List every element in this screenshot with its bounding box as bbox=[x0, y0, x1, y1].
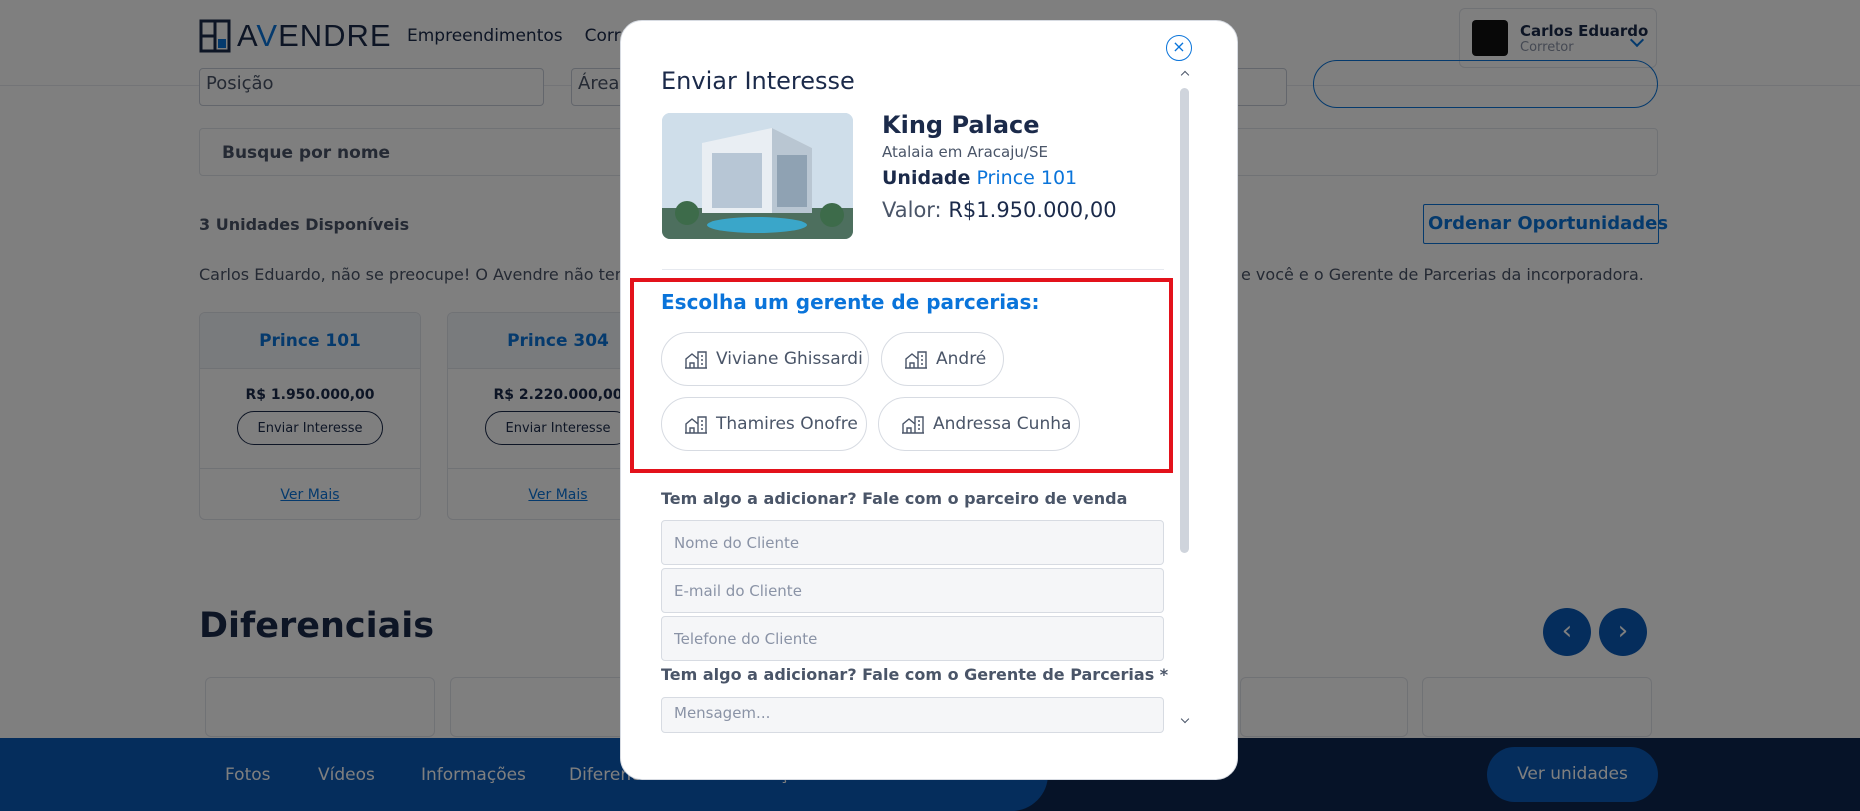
manager-message-label: Tem algo a adicionar? Fale com o Gerente… bbox=[661, 665, 1169, 684]
property-price: Valor: R$1.950.000,00 bbox=[882, 198, 1117, 222]
manager-section-title: Escolha um gerente de parcerias: bbox=[661, 290, 1040, 314]
building-icon bbox=[902, 416, 924, 434]
client-name-field[interactable] bbox=[661, 520, 1164, 565]
building-illustration bbox=[662, 113, 853, 239]
building-icon bbox=[685, 416, 707, 434]
scrollbar[interactable] bbox=[1180, 88, 1189, 553]
building-icon bbox=[685, 351, 707, 369]
manager-option-viviane[interactable]: Viviane Ghissardi bbox=[661, 332, 869, 386]
property-location: Atalaia em Aracaju/SE bbox=[882, 143, 1048, 161]
manager-option-andressa[interactable]: Andressa Cunha bbox=[878, 397, 1080, 451]
message-field[interactable] bbox=[661, 697, 1164, 733]
property-image bbox=[662, 113, 853, 239]
building-icon bbox=[905, 351, 927, 369]
divider bbox=[662, 269, 1164, 270]
client-phone-field[interactable] bbox=[661, 616, 1164, 661]
close-icon[interactable]: × bbox=[1166, 35, 1192, 61]
modal-title: Enviar Interesse bbox=[661, 67, 855, 95]
client-email-field[interactable] bbox=[661, 568, 1164, 613]
property-name: King Palace bbox=[882, 111, 1040, 139]
manager-option-thamires[interactable]: Thamires Onofre bbox=[661, 397, 867, 451]
property-unit: Unidade Prince 101 bbox=[882, 167, 1078, 189]
partner-label: Tem algo a adicionar? Fale com o parceir… bbox=[661, 489, 1128, 508]
manager-option-andre[interactable]: André bbox=[881, 332, 1004, 386]
